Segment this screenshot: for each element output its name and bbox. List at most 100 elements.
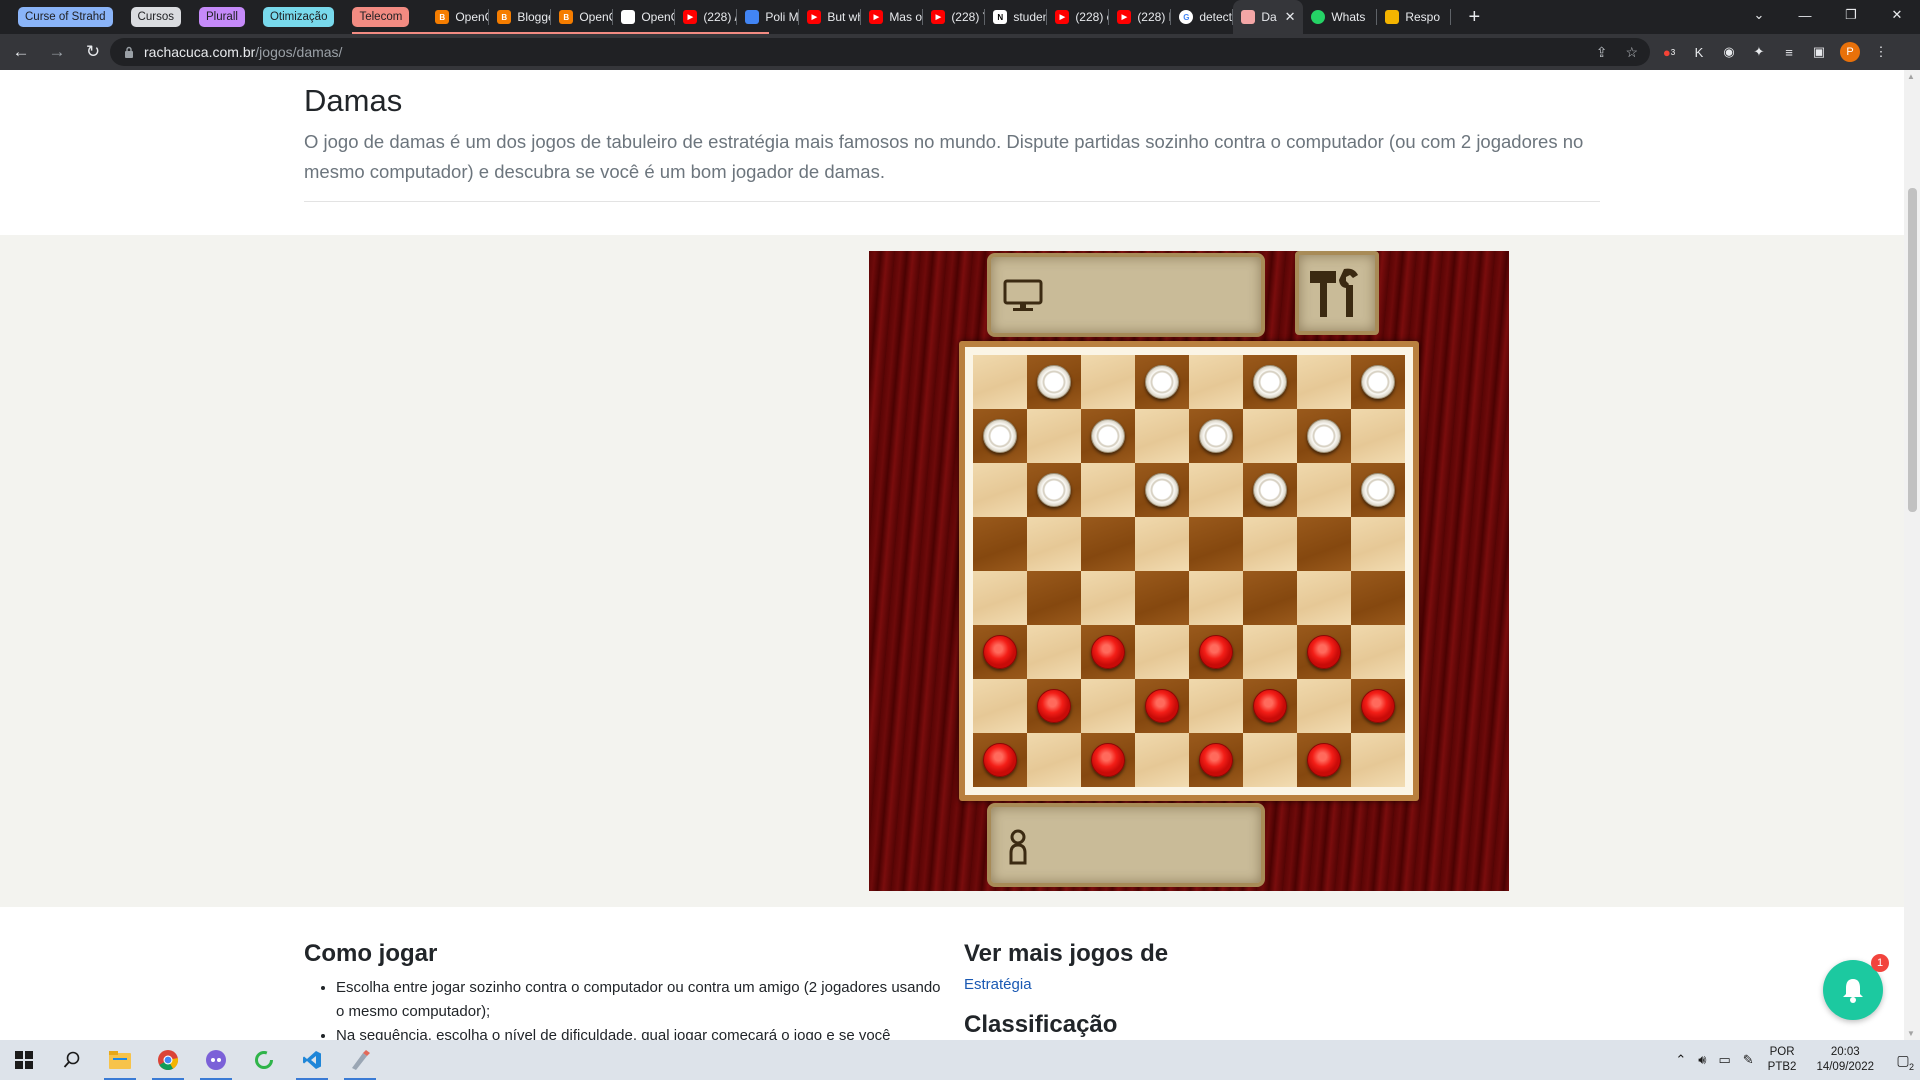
board-square[interactable]: [1297, 355, 1351, 409]
board-square[interactable]: [1135, 733, 1189, 787]
search-icon[interactable]: [48, 1040, 96, 1080]
board-square[interactable]: [1297, 517, 1351, 571]
board-square[interactable]: [973, 409, 1027, 463]
board-square[interactable]: [1297, 571, 1351, 625]
board-square[interactable]: [1027, 679, 1081, 733]
restore-button[interactable]: ❐: [1828, 0, 1874, 30]
red-piece[interactable]: [1145, 689, 1179, 723]
board-square[interactable]: [1297, 625, 1351, 679]
board-square[interactable]: [973, 517, 1027, 571]
close-tab-icon[interactable]: ✕: [1285, 9, 1296, 25]
browser-tab[interactable]: Whats: [1303, 0, 1378, 34]
board-square[interactable]: [1189, 571, 1243, 625]
scroll-down-arrow[interactable]: ▼: [1907, 1029, 1915, 1038]
back-button[interactable]: ←: [6, 37, 36, 67]
white-piece[interactable]: [1361, 473, 1395, 507]
red-piece[interactable]: [1091, 743, 1125, 777]
board-square[interactable]: [1081, 409, 1135, 463]
red-piece[interactable]: [1307, 635, 1341, 669]
browser-tab[interactable]: ▶ (228) Y: [923, 0, 986, 34]
white-piece[interactable]: [983, 419, 1017, 453]
board-square[interactable]: [1243, 733, 1297, 787]
settings-tools-button[interactable]: [1295, 251, 1379, 335]
volume-icon[interactable]: 🔊︎: [1698, 1052, 1706, 1068]
board-square[interactable]: [1081, 679, 1135, 733]
board-square[interactable]: [1243, 517, 1297, 571]
new-tab-button[interactable]: +: [1461, 6, 1487, 29]
browser-tab[interactable]: ▶ (228) /: [675, 0, 738, 34]
board-square[interactable]: [1135, 463, 1189, 517]
board-square[interactable]: [1135, 355, 1189, 409]
white-piece[interactable]: [1307, 419, 1341, 453]
board-square[interactable]: [1135, 679, 1189, 733]
board-square[interactable]: [1189, 409, 1243, 463]
browser-tab[interactable]: OpenC: [613, 0, 676, 34]
board-square[interactable]: [1243, 463, 1297, 517]
board-square[interactable]: [1189, 679, 1243, 733]
board-square[interactable]: [1081, 517, 1135, 571]
reload-button[interactable]: ↻: [78, 37, 108, 67]
discord-icon[interactable]: [192, 1040, 240, 1080]
board-square[interactable]: [973, 355, 1027, 409]
browser-tab[interactable]: ▶ (228) c: [1047, 0, 1110, 34]
board-square[interactable]: [1297, 409, 1351, 463]
board-square[interactable]: [973, 733, 1027, 787]
red-piece[interactable]: [1307, 743, 1341, 777]
board-square[interactable]: [1081, 355, 1135, 409]
red-piece[interactable]: [1253, 689, 1287, 723]
browser-tab[interactable]: Poli M: [737, 0, 800, 34]
network-icon[interactable]: ▭: [1718, 1052, 1730, 1068]
board-square[interactable]: [1243, 679, 1297, 733]
white-piece[interactable]: [1253, 473, 1287, 507]
profile-avatar[interactable]: P: [1840, 42, 1860, 62]
paint-icon[interactable]: [336, 1040, 384, 1080]
board-square[interactable]: [1189, 517, 1243, 571]
puzzle-extensions-icon[interactable]: ✦: [1750, 43, 1768, 61]
board-square[interactable]: [1189, 625, 1243, 679]
board-square[interactable]: [1027, 517, 1081, 571]
board-square[interactable]: [1081, 463, 1135, 517]
board-square[interactable]: [1081, 571, 1135, 625]
board-square[interactable]: [1027, 463, 1081, 517]
strategy-link[interactable]: Estratégia: [964, 976, 1564, 993]
white-piece[interactable]: [1361, 365, 1395, 399]
board-square[interactable]: [973, 571, 1027, 625]
board-square[interactable]: [1135, 517, 1189, 571]
windows-start-icon[interactable]: [0, 1040, 48, 1080]
browser-tab[interactable]: B Blogge: [489, 0, 552, 34]
board-square[interactable]: [973, 679, 1027, 733]
red-piece[interactable]: [983, 743, 1017, 777]
refresh-app-icon[interactable]: [240, 1040, 288, 1080]
board-square[interactable]: [1027, 409, 1081, 463]
file-explorer-icon[interactable]: [96, 1040, 144, 1080]
board-square[interactable]: [1081, 733, 1135, 787]
board-square[interactable]: [1297, 679, 1351, 733]
board-square[interactable]: [1081, 625, 1135, 679]
tab-group-chip[interactable]: Curse of Strahd: [18, 7, 113, 27]
browser-tab[interactable]: Da ✕: [1233, 0, 1304, 34]
browser-tab[interactable]: Respo: [1377, 0, 1452, 34]
share-icon[interactable]: ⇪: [1596, 44, 1608, 61]
tab-search-icon[interactable]: ⌄: [1736, 0, 1782, 30]
board-square[interactable]: [1351, 463, 1405, 517]
white-piece[interactable]: [1037, 473, 1071, 507]
browser-tab[interactable]: B OpenC: [551, 0, 614, 34]
board-square[interactable]: [1027, 355, 1081, 409]
board-square[interactable]: [1027, 625, 1081, 679]
browser-tab[interactable]: ▶ Mas o: [861, 0, 924, 34]
board-square[interactable]: [1189, 733, 1243, 787]
browser-tab[interactable]: ▶ (228) E: [1109, 0, 1172, 34]
white-piece[interactable]: [1199, 419, 1233, 453]
white-piece[interactable]: [1145, 365, 1179, 399]
board-square[interactable]: [1243, 355, 1297, 409]
action-center-icon[interactable]: ▢ 2: [1886, 1040, 1920, 1080]
clock[interactable]: 20:03 14/09/2022: [1816, 1045, 1874, 1075]
board-square[interactable]: [1243, 625, 1297, 679]
board-square[interactable]: [1135, 625, 1189, 679]
checkers-board[interactable]: [973, 355, 1405, 787]
browser-tab[interactable]: Gdetect: [1171, 0, 1234, 34]
side-panel-icon[interactable]: ▣: [1810, 43, 1828, 61]
reading-list-icon[interactable]: ≡: [1780, 43, 1798, 61]
tab-group-chip[interactable]: Cursos: [130, 7, 181, 27]
board-square[interactable]: [1027, 733, 1081, 787]
